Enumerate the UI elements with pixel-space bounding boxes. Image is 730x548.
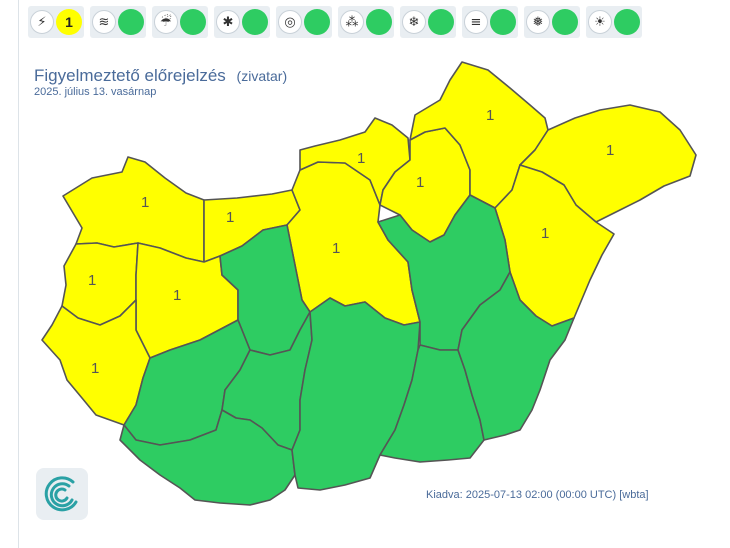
label-hajdu-bihar: 1 (541, 225, 549, 242)
label-borsod-abauj-zemplen: 1 (486, 107, 494, 124)
label-pest: 1 (332, 240, 340, 257)
label-vas: 1 (88, 272, 96, 289)
label-veszprem: 1 (173, 287, 181, 304)
label-zala: 1 (91, 360, 99, 377)
label-gyor-moson-sopron: 1 (141, 194, 149, 211)
label-komarom-esztergom: 1 (226, 209, 234, 226)
logo-swirl-icon (44, 476, 78, 512)
omsz-logo (36, 468, 88, 520)
label-nograd: 1 (357, 150, 365, 167)
county-map: 1 1 1 1 1 1 1 1 1 1 1 (41, 61, 697, 506)
issued-timestamp: Kiadva: 2025-07-13 02:00 (00:00 UTC) [wb… (426, 489, 649, 501)
county-bacs-kiskun[interactable] (291, 297, 421, 491)
label-szabolcs-szatmar-bereg: 1 (606, 142, 614, 159)
label-heves: 1 (416, 174, 424, 191)
